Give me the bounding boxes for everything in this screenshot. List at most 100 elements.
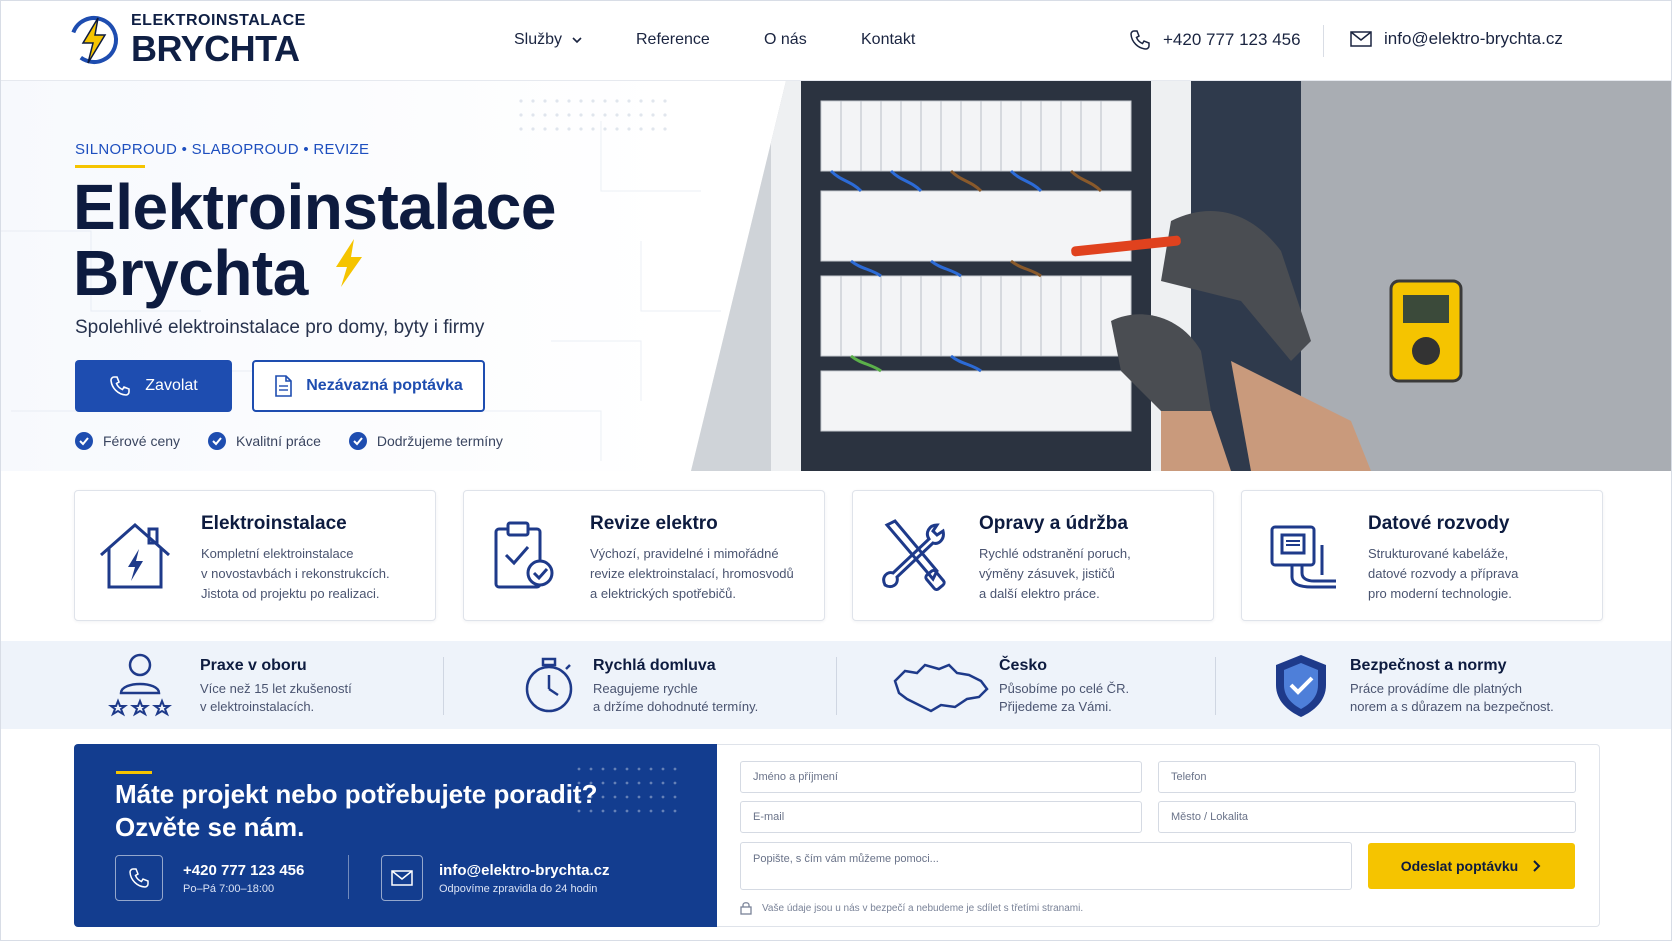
header-email-text: info@elektro-brychta.cz [1384,29,1563,48]
hero-title-line2: Brychta [73,237,308,309]
phone-icon [129,868,149,888]
name-field[interactable] [740,761,1142,793]
feature-desc-line: Přijedeme za Vámi. [999,699,1112,714]
nav-label: O nás [764,31,807,48]
hero-title: Elektroinstalace Brychta [73,175,556,305]
service-desc-line: a elektrických spotřebičů. [590,586,736,601]
inquiry-form: Odeslat poptávku Vaše údaje jsou u nás v… [717,744,1600,927]
feature-title: Praxe v oboru [200,657,307,674]
feature-description: Působíme po celé ČR. Přijedeme za Vámi. [999,680,1129,716]
submit-button-label: Odeslat poptávku [1400,858,1519,874]
check-circle-icon [75,432,93,450]
cta-phone-link[interactable]: +420 777 123 456 Po–Pá 7:00–18:00 [115,855,304,901]
feature-desc-line: Více než 15 let zkušeností [200,681,352,696]
header-phone-text: +420 777 123 456 [1163,30,1301,49]
service-description: Kompletní elektroinstalace v novostavbác… [201,544,426,604]
cta-title-line1: Máte projekt nebo potřebujete poradit? [115,779,598,809]
service-title: Revize elektro [590,513,718,534]
message-field[interactable] [740,842,1352,890]
service-title: Datové rozvody [1368,513,1510,534]
submit-button[interactable]: Odeslat poptávku [1368,843,1575,889]
check-circle-icon [208,432,227,450]
feature-title: Rychlá domluva [593,657,716,674]
nav-item-reference[interactable]: Reference [636,31,764,49]
hero-section: SILNOPROUD • SLABOPROUD • REVIZE Elektro… [1,81,1671,471]
network-socket-icon [1270,525,1336,589]
hero-checklist: Férové ceny Kvalitní práce Dodržujeme te… [75,432,531,450]
cta-email-iconbox [381,855,423,901]
service-description: Rychlé odstranění poruch, výměny zásuvek… [979,544,1204,604]
stopwatch-icon [525,657,573,713]
clipboard-check-icon [494,521,554,589]
distribution-board-illustration [691,81,1671,471]
service-description: Výchozí, pravidelné i mimořádné revize e… [590,544,815,604]
nav-item-kontakt[interactable]: Kontakt [861,31,915,49]
nav-label: Kontakt [861,31,916,48]
feature-title: Bezpečnost a normy [1350,657,1507,674]
header-phone-link[interactable]: +420 777 123 456 [1129,29,1301,51]
feature-desc-line: a držíme dohodnuté termíny. [593,699,759,714]
check-item-label: Kvalitní práce [236,433,321,449]
cta-divider [348,855,349,899]
cta-email-link[interactable]: info@elektro-brychta.cz Odpovíme zpravid… [381,855,610,901]
mail-icon [391,870,413,886]
privacy-note: Vaše údaje jsou u nás v bezpečí a nebude… [740,901,1083,915]
chevron-down-icon [572,37,582,44]
cta-phone-iconbox [115,855,163,901]
nav-item-sluzby[interactable]: Služby [514,31,636,49]
quote-button[interactable]: Nezávazná poptávka [252,360,485,412]
contact-cta-panel: Máte projekt nebo potřebujete poradit? O… [74,744,724,927]
feature-description: Více než 15 let zkušeností v elektroinst… [200,680,352,716]
service-card-opravy[interactable]: Opravy a údržba Rychlé odstranění poruch… [852,490,1214,621]
logo[interactable]: ELEKTROINSTALACE BRYCHTA [67,13,306,67]
logo-text-bottom: BRYCHTA [131,28,300,69]
service-desc-line: Strukturované kabeláže, [1368,546,1509,561]
check-item-label: Férové ceny [103,433,181,449]
service-desc-line: Výchozí, pravidelné i mimořádné [590,546,779,561]
feature-bezpecnost: Bezpečnost a normy Práce provádíme dle p… [1216,641,1656,729]
check-circle-icon [348,432,367,450]
feature-desc-line: Práce provádíme dle platných [1350,681,1522,696]
kicker-underline [75,165,145,168]
check-item-label: Dodržujeme termíny [376,433,503,449]
czech-map-icon [893,663,989,713]
cta-phone-number: +420 777 123 456 [183,861,305,879]
service-card-elektroinstalace[interactable]: Elektroinstalace Kompletní elektroinstal… [74,490,436,621]
bolt-logo-icon [70,16,118,64]
service-desc-line: Jistota od projektu po realizaci. [201,586,380,601]
feature-desc-line: Působíme po celé ČR. [999,681,1130,696]
check-item: Kvalitní práce [208,432,321,450]
logo-text-top: ELEKTROINSTALACE [131,12,306,29]
service-card-revize[interactable]: Revize elektro Výchozí, pravidelné i mim… [463,490,825,621]
cta-title: Máte projekt nebo potřebujete poradit? O… [115,778,597,844]
service-desc-line: revize elektroinstalací, hromosvodů [590,566,794,581]
phone-icon [110,376,131,396]
chevron-right-icon [1533,860,1541,872]
quote-button-label: Nezávazná poptávka [306,377,463,394]
service-desc-line: datové rozvody a příprava [1368,566,1519,581]
call-button-label: Zavolat [145,377,198,394]
city-field[interactable] [1158,801,1576,833]
nav-item-o-nas[interactable]: O nás [764,31,861,49]
cta-phone-hours: Po–Pá 7:00–18:00 [183,882,275,895]
call-button[interactable]: Zavolat [75,360,232,412]
service-desc-line: a další elektro práce. [979,586,1100,601]
service-desc-line: Rychlé odstranění poruch, [979,546,1131,561]
feature-title: Česko [999,657,1048,674]
cta-email-note: Odpovíme zpravidla do 24 hodin [439,882,598,895]
service-title: Elektroinstalace [201,513,347,534]
page: ELEKTROINSTALACE BRYCHTA Služby Referenc… [0,0,1672,941]
shield-check-icon [1276,655,1326,717]
phone-field[interactable] [1158,761,1576,793]
services-row: Elektroinstalace Kompletní elektroinstal… [74,490,1603,621]
email-field[interactable] [740,801,1142,833]
service-desc-line: Kompletní elektroinstalace [201,546,354,561]
service-card-datove[interactable]: Datové rozvody Strukturované kabeláže, d… [1241,490,1603,621]
check-item: Dodržujeme termíny [348,432,503,450]
service-description: Strukturované kabeláže, datové rozvody a… [1368,544,1593,604]
header-email-link[interactable]: info@elektro-brychta.cz [1350,29,1563,49]
hero-photo-electrician [691,81,1671,471]
header-divider [1323,25,1324,57]
main-nav: Služby Reference O nás Kontakt [514,31,915,49]
feature-domluva: Rychlá domluva Reagujeme rychle a držíme… [444,641,834,729]
